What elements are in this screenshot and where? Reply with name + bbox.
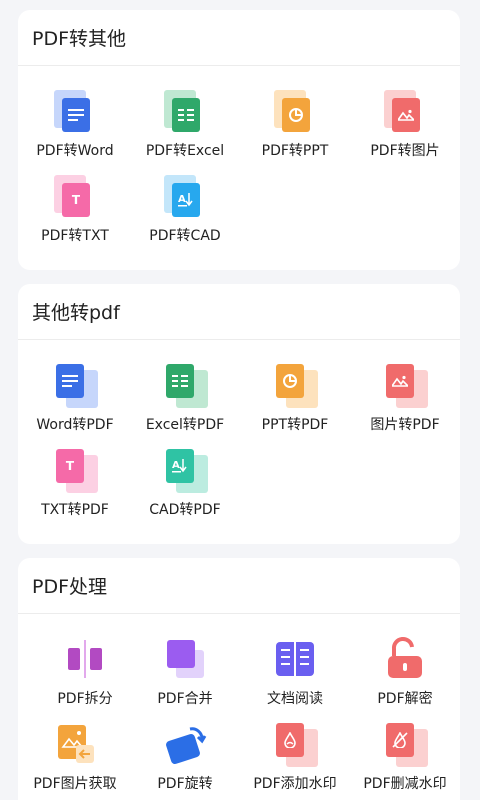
tool-label: 图片转PDF (370, 417, 440, 433)
word-doc-icon (52, 362, 98, 408)
tool-word-to-pdf[interactable]: Word转PDF (20, 362, 130, 434)
tool-label: PDF旋转 (157, 776, 213, 792)
ppt-chart-icon (272, 362, 318, 408)
tool-label: TXT转PDF (41, 502, 109, 518)
tool-label: PDF转Word (36, 143, 114, 159)
ppt-chart-icon (272, 88, 318, 134)
image-extract-icon (52, 721, 98, 767)
section-pdf-processing: PDF处理 PDF拆分 PDF合并 文档阅读 PDF解密 PDF图片获取 PDF… (18, 558, 460, 800)
section-other-to-pdf: 其他转pdf Word转PDF Excel转PDF PPT转PDF 图片转PDF… (18, 284, 460, 544)
tool-cad-to-pdf[interactable]: A CAD转PDF (130, 447, 240, 519)
svg-text:A: A (178, 194, 186, 205)
tool-label: PPT转PDF (261, 417, 329, 433)
section-title: 其他转pdf (18, 284, 460, 340)
tool-pdf-split[interactable]: PDF拆分 (30, 636, 140, 708)
image-icon (382, 88, 428, 134)
merge-icon (162, 636, 208, 682)
tool-pdf-merge[interactable]: PDF合并 (130, 636, 240, 708)
image-icon (382, 362, 428, 408)
tool-pdf-remove-watermark[interactable]: PDF删减水印 (350, 721, 460, 793)
excel-sheet-icon (162, 362, 208, 408)
section-title: PDF处理 (18, 558, 460, 614)
tool-pdf-add-watermark[interactable]: PDF添加水印 (240, 721, 350, 793)
tool-label: PDF图片获取 (33, 776, 117, 792)
tool-txt-to-pdf[interactable]: T TXT转PDF (20, 447, 130, 519)
tool-pdf-to-image[interactable]: PDF转图片 (350, 88, 460, 160)
cad-icon: A (162, 447, 208, 493)
rotate-icon (162, 721, 208, 767)
book-icon (272, 636, 318, 682)
tool-pdf-decrypt[interactable]: PDF解密 (350, 636, 460, 708)
word-doc-icon (52, 88, 98, 134)
tool-pdf-image-extract[interactable]: PDF图片获取 (20, 721, 130, 793)
svg-text:A: A (172, 460, 180, 471)
tool-label: PDF转CAD (149, 228, 221, 244)
tool-label: PDF转图片 (370, 143, 440, 159)
tool-excel-to-pdf[interactable]: Excel转PDF (130, 362, 240, 434)
remove-watermark-icon (382, 721, 428, 767)
tool-label: PDF拆分 (57, 691, 113, 707)
tool-label: PDF转TXT (41, 228, 109, 244)
tool-pdf-to-ppt[interactable]: PDF转PPT (240, 88, 350, 160)
tool-label: CAD转PDF (149, 502, 221, 518)
unlock-icon (382, 636, 428, 682)
tool-label: Word转PDF (36, 417, 114, 433)
tool-label: PDF转PPT (261, 143, 329, 159)
cad-icon: A (162, 173, 208, 219)
section-pdf-to-other: PDF转其他 PDF转Word PDF转Excel PDF转PPT PDF转图片… (18, 10, 460, 270)
add-watermark-icon (272, 721, 318, 767)
tool-label: Excel转PDF (145, 417, 225, 433)
tool-image-to-pdf[interactable]: 图片转PDF (350, 362, 460, 434)
txt-icon: T (52, 447, 98, 493)
tool-pdf-to-excel[interactable]: PDF转Excel (130, 88, 240, 160)
tool-label: PDF添加水印 (253, 776, 337, 792)
tool-pdf-to-txt[interactable]: T PDF转TXT (20, 173, 130, 245)
tool-doc-read[interactable]: 文档阅读 (240, 636, 350, 708)
tool-pdf-to-word[interactable]: PDF转Word (20, 88, 130, 160)
tool-pdf-rotate[interactable]: PDF旋转 (130, 721, 240, 793)
tool-label: 文档阅读 (267, 691, 323, 707)
txt-icon: T (52, 173, 98, 219)
section-title: PDF转其他 (18, 10, 460, 66)
excel-sheet-icon (162, 88, 208, 134)
tool-label: PDF删减水印 (363, 776, 447, 792)
tool-label: PDF转Excel (145, 143, 225, 159)
tool-ppt-to-pdf[interactable]: PPT转PDF (240, 362, 350, 434)
tool-label: PDF合并 (157, 691, 213, 707)
tool-pdf-to-cad[interactable]: A PDF转CAD (130, 173, 240, 245)
split-icon (62, 636, 108, 682)
tool-label: PDF解密 (377, 691, 433, 707)
